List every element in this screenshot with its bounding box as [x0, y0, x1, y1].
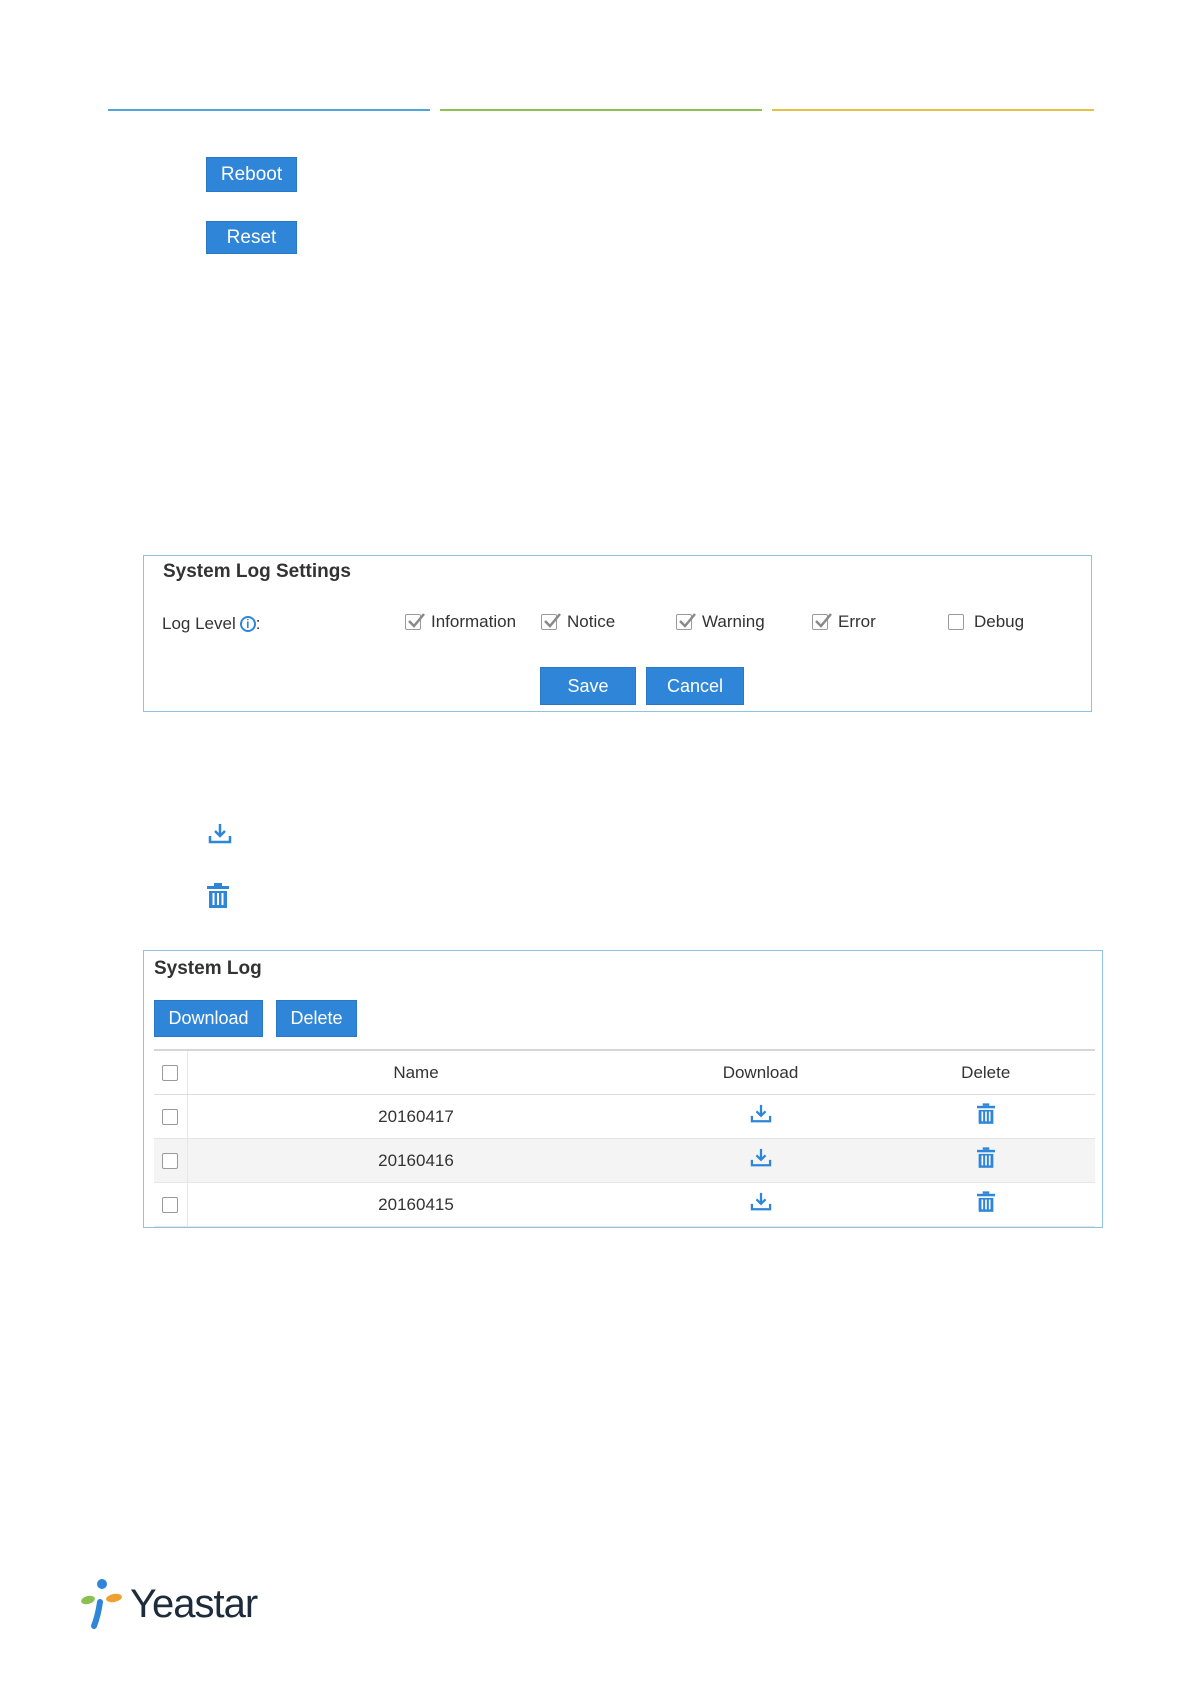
table-row: 20160415: [154, 1182, 1095, 1227]
row-download-cell: [644, 1182, 877, 1227]
option-debug-label: Debug: [974, 612, 1025, 631]
option-warning-label: Warning: [702, 612, 765, 631]
trash-icon: [207, 883, 229, 914]
row-name: 20160415: [187, 1182, 645, 1227]
reset-button[interactable]: Reset: [206, 221, 297, 254]
row-checkbox[interactable]: [162, 1109, 178, 1126]
row-delete-cell: [876, 1138, 1095, 1183]
yeastar-logo-text: Yeastar: [130, 1581, 258, 1626]
header-line-green: [440, 109, 762, 111]
log-level-label: Log Level i :: [162, 614, 260, 634]
delete-button[interactable]: Delete: [276, 1000, 357, 1037]
checkbox-debug[interactable]: [948, 614, 964, 630]
table-row: 20160416: [154, 1138, 1095, 1183]
yeastar-logo: Yeastar: [80, 1578, 258, 1630]
log-level-text: Log Level: [162, 614, 236, 633]
log-panel-title: System Log: [154, 958, 262, 979]
checkbox-warning[interactable]: [676, 613, 696, 630]
row-delete-cell: [876, 1094, 1095, 1139]
checkbox-error[interactable]: [812, 613, 832, 630]
table-row: 20160417: [154, 1094, 1095, 1139]
checkbox-information[interactable]: [405, 613, 425, 630]
column-header-download: Download: [644, 1049, 877, 1095]
option-information-label: Information: [431, 612, 517, 631]
save-button[interactable]: Save: [540, 667, 636, 705]
row-checkbox-cell: [154, 1094, 188, 1139]
yeastar-logo-mark: [81, 1579, 122, 1629]
row-trash-icon[interactable]: [976, 1191, 995, 1213]
option-error[interactable]: Error: [812, 612, 876, 632]
system-log-settings-panel: System Log Settings Log Level i : Inform…: [143, 555, 1092, 712]
option-notice[interactable]: Notice: [541, 612, 615, 632]
select-all-cell: [154, 1049, 188, 1095]
row-download-icon[interactable]: [750, 1192, 772, 1212]
option-error-label: Error: [838, 612, 876, 631]
row-checkbox[interactable]: [162, 1197, 178, 1214]
row-trash-icon[interactable]: [976, 1103, 995, 1125]
download-icon: [208, 823, 232, 850]
table-header-row: Name Download Delete: [154, 1049, 1095, 1095]
option-information[interactable]: Information: [405, 612, 516, 632]
settings-panel-title: System Log Settings: [163, 561, 351, 582]
info-icon[interactable]: i: [239, 616, 256, 632]
row-download-icon[interactable]: [750, 1148, 772, 1168]
cancel-button[interactable]: Cancel: [646, 667, 744, 705]
option-warning[interactable]: Warning: [676, 612, 765, 632]
row-download-cell: [644, 1094, 877, 1139]
column-header-name: Name: [187, 1049, 645, 1095]
column-header-delete: Delete: [876, 1049, 1095, 1095]
header-line-yellow: [772, 109, 1094, 111]
row-checkbox-cell: [154, 1138, 188, 1183]
row-delete-cell: [876, 1182, 1095, 1227]
log-table: Name Download Delete 20160417 20160416 2…: [154, 1049, 1095, 1227]
system-log-panel: System Log Download Delete Name Download…: [143, 950, 1103, 1228]
row-name: 20160416: [187, 1138, 645, 1183]
checkbox-notice[interactable]: [541, 613, 561, 630]
reboot-button[interactable]: Reboot: [206, 157, 297, 192]
select-all-checkbox[interactable]: [162, 1065, 178, 1082]
header-line-blue: [108, 109, 430, 111]
row-checkbox[interactable]: [162, 1153, 178, 1170]
row-download-cell: [644, 1138, 877, 1183]
row-name: 20160417: [187, 1094, 645, 1139]
option-debug[interactable]: Debug: [948, 612, 1024, 632]
option-notice-label: Notice: [567, 612, 616, 631]
row-download-icon[interactable]: [750, 1104, 772, 1124]
row-checkbox-cell: [154, 1182, 188, 1227]
row-trash-icon[interactable]: [976, 1147, 995, 1169]
download-button[interactable]: Download: [154, 1000, 263, 1037]
log-level-colon: :: [255, 614, 261, 633]
